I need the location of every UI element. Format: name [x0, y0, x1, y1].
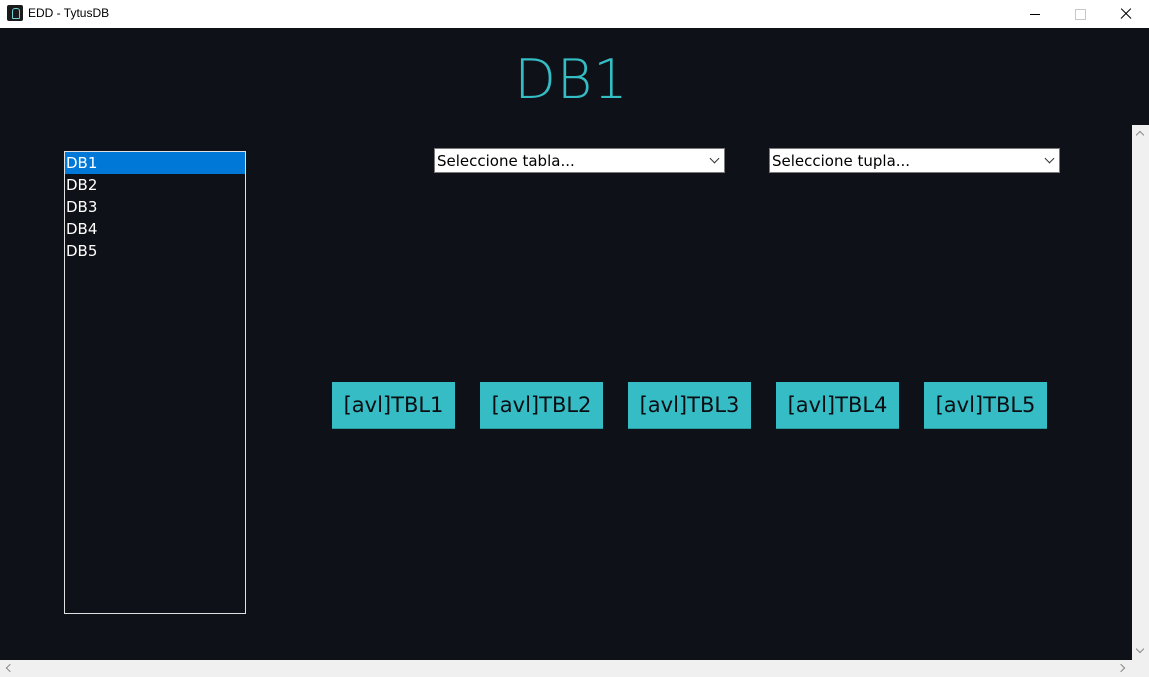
list-item-db2[interactable]: DB2 — [65, 174, 245, 196]
table-select-value: Seleccione tabla... — [437, 152, 575, 170]
scroll-right-icon[interactable] — [1116, 663, 1126, 673]
table-button-tbl3[interactable]: [avl]TBL3 — [628, 382, 751, 429]
maximize-icon — [1074, 8, 1086, 20]
list-item-db5[interactable]: DB5 — [65, 240, 245, 262]
title-bar[interactable]: EDD - TytusDB — [0, 0, 1149, 28]
vertical-scrollbar[interactable] — [1132, 125, 1149, 660]
window-title: EDD - TytusDB — [28, 6, 110, 20]
list-item-db1[interactable]: DB1 — [65, 152, 245, 174]
minimize-icon — [1030, 13, 1040, 15]
scroll-down-icon[interactable] — [1135, 644, 1145, 654]
database-listbox[interactable]: DB1 DB2 DB3 DB4 DB5 — [64, 151, 246, 614]
app-icon — [7, 5, 23, 21]
list-item-db4[interactable]: DB4 — [65, 218, 245, 240]
table-button-tbl5[interactable]: [avl]TBL5 — [924, 382, 1047, 429]
tuple-select-value: Seleccione tupla... — [772, 152, 911, 170]
client-area: DB1 DB1 DB2 DB3 DB4 DB5 Seleccione tabla… — [0, 28, 1149, 677]
maximize-button[interactable] — [1057, 0, 1103, 28]
chevron-down-icon — [1044, 153, 1055, 164]
list-item-db3[interactable]: DB3 — [65, 196, 245, 218]
chevron-down-icon — [709, 153, 720, 164]
table-button-tbl1[interactable]: [avl]TBL1 — [332, 382, 455, 429]
scroll-up-icon[interactable] — [1135, 130, 1145, 140]
table-button-tbl4[interactable]: [avl]TBL4 — [776, 382, 899, 429]
scroll-left-icon[interactable] — [5, 663, 15, 673]
page-title: DB1 — [514, 48, 629, 111]
horizontal-scrollbar[interactable] — [0, 660, 1132, 677]
tuple-select[interactable]: Seleccione tupla... — [769, 148, 1060, 173]
minimize-button[interactable] — [1012, 0, 1058, 28]
scrollbar-corner — [1132, 660, 1149, 677]
close-icon — [1120, 8, 1132, 20]
table-select[interactable]: Seleccione tabla... — [434, 148, 725, 173]
close-button[interactable] — [1103, 0, 1149, 28]
table-button-tbl2[interactable]: [avl]TBL2 — [480, 382, 603, 429]
app-window: EDD - TytusDB DB1 DB1 DB2 DB3 DB4 DB5 Se… — [0, 0, 1149, 677]
